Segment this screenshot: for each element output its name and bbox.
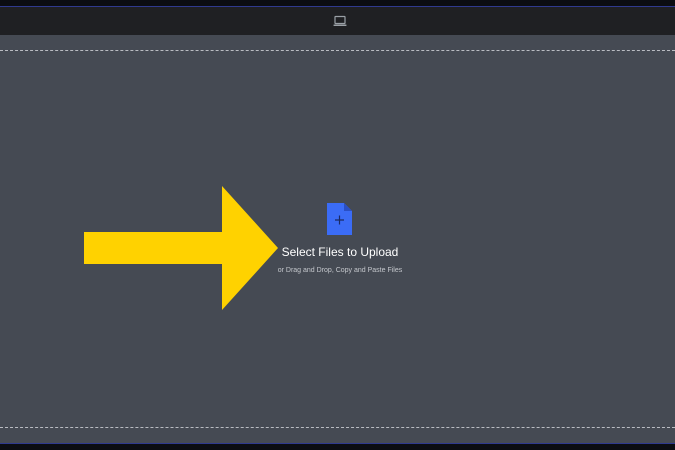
right-arrow-icon — [84, 186, 278, 310]
bottom-bar — [0, 443, 675, 450]
upload-title[interactable]: Select Files to Upload — [270, 245, 410, 259]
drop-zone-top-border — [0, 50, 675, 51]
laptop-icon[interactable] — [333, 15, 347, 27]
app-window: Select Files to Upload or Drag and Drop,… — [0, 0, 675, 450]
top-accent-bar — [0, 0, 675, 7]
upload-subtitle: or Drag and Drop, Copy and Paste Files — [277, 267, 403, 274]
file-add-icon[interactable] — [327, 203, 352, 235]
drop-zone-bottom-border — [0, 427, 675, 428]
upload-drop-zone[interactable]: Select Files to Upload or Drag and Drop,… — [270, 200, 410, 280]
top-toolbar — [0, 7, 675, 35]
